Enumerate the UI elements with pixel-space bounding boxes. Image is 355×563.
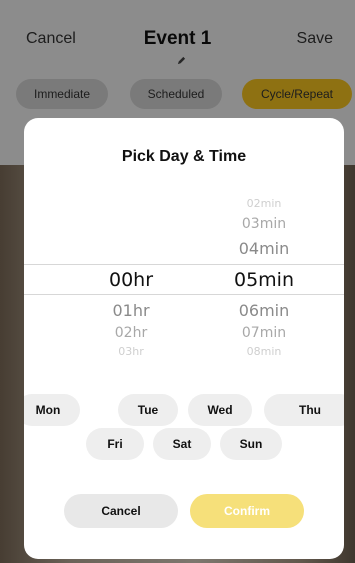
minute-option[interactable]: 06min	[224, 301, 304, 320]
dialog-cancel-button[interactable]: Cancel	[64, 494, 178, 528]
dialog-confirm-button[interactable]: Confirm	[190, 494, 304, 528]
hour-option[interactable]: 03hr	[96, 345, 166, 358]
minute-option[interactable]: 04min	[224, 239, 304, 258]
day-button-fri[interactable]: Fri	[86, 428, 144, 460]
day-button-mon[interactable]: Mon	[24, 394, 80, 426]
day-button-wed[interactable]: Wed	[188, 394, 252, 426]
minute-option[interactable]: 07min	[224, 325, 304, 341]
day-button-sun[interactable]: Sun	[220, 428, 282, 460]
hour-option[interactable]: 02hr	[96, 325, 166, 341]
minute-option[interactable]: 02min	[224, 197, 304, 210]
minute-option[interactable]: 03min	[224, 216, 304, 232]
day-button-thu[interactable]: Thu	[264, 394, 344, 426]
minute-option-selected[interactable]: 05min	[224, 269, 304, 291]
time-picker[interactable]: 00hr 01hr 02hr 03hr 02min 03min 04min 05…	[24, 188, 344, 368]
dialog-title: Pick Day & Time	[121, 148, 247, 165]
hour-option-selected[interactable]: 00hr	[96, 269, 166, 291]
dialog-actions: Cancel Confirm	[24, 494, 344, 528]
minute-option[interactable]: 08min	[224, 345, 304, 358]
hour-option[interactable]: 01hr	[96, 301, 166, 320]
day-button-tue[interactable]: Tue	[118, 394, 178, 426]
pick-day-time-dialog: Pick Day & Time 00hr 01hr 02hr 03hr 02mi…	[24, 118, 344, 559]
day-selector: Mon Tue Wed Thu Fri Sat Sun	[24, 394, 344, 460]
day-button-sat[interactable]: Sat	[153, 428, 211, 460]
